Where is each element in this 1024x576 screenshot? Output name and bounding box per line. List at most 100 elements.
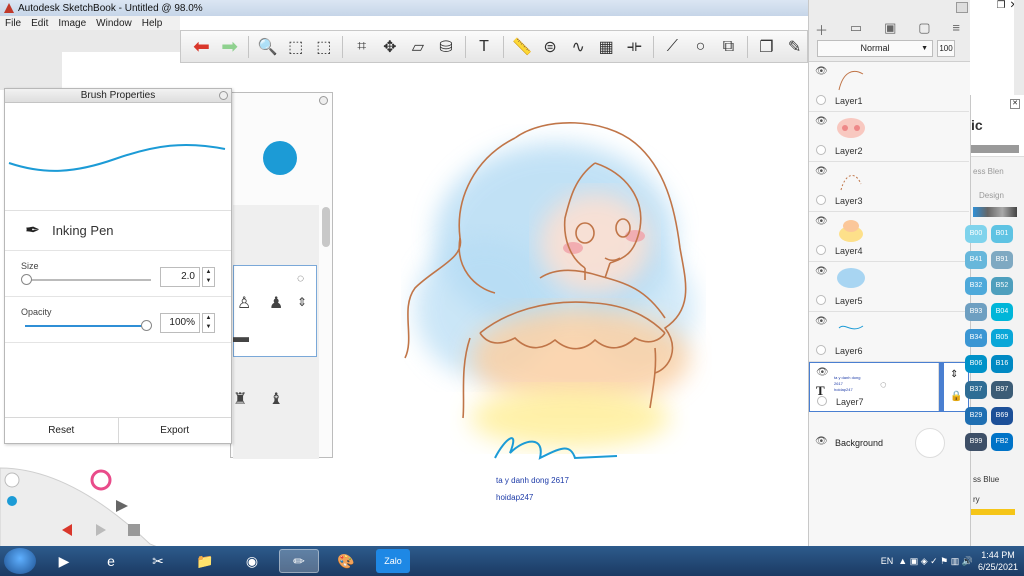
copic-swatch-b34[interactable]: B34	[965, 329, 987, 347]
size-slider-track[interactable]	[25, 279, 151, 281]
layer-row-layer4[interactable]: 👁 Layer4	[809, 212, 969, 262]
lagoon-select-icon[interactable]	[116, 500, 128, 512]
copic-color-strip[interactable]	[973, 207, 1017, 217]
perspective-icon[interactable]: ▦	[594, 33, 619, 60]
copic-swatch-b93[interactable]: B93	[965, 303, 987, 321]
layer-select-radio[interactable]	[816, 245, 826, 255]
layer-select-radio[interactable]	[816, 145, 826, 155]
lock-icon[interactable]: 🔒	[950, 391, 962, 402]
add-image-icon[interactable]: ▣	[884, 20, 896, 39]
copic-swatch-b52[interactable]: B52	[991, 277, 1013, 295]
size-value-field[interactable]: 2.0	[160, 267, 200, 287]
copic-swatch-b41[interactable]: B41	[965, 251, 987, 269]
language-indicator[interactable]: EN	[881, 556, 894, 566]
opacity-stepper[interactable]: ▲ ▼	[202, 313, 215, 333]
copic-swatch-b69[interactable]: B69	[991, 407, 1013, 425]
start-button[interactable]	[4, 548, 36, 574]
panel-close-icon[interactable]	[956, 2, 968, 13]
copic-swatch-b04[interactable]: B04	[991, 303, 1013, 321]
crop-icon[interactable]: ⌗	[349, 33, 374, 60]
snipping-tool-icon[interactable]: ✂	[138, 549, 178, 573]
copic-swatch-b29[interactable]: B29	[965, 407, 987, 425]
eye-icon[interactable]: 👁	[815, 166, 828, 177]
line-icon[interactable]: ⟋	[660, 33, 685, 60]
color-wheel-icon[interactable]	[90, 469, 112, 491]
menu-image[interactable]: Image	[53, 18, 91, 29]
ruler-icon[interactable]: 📏	[509, 33, 534, 60]
reorder-icon[interactable]: ⇕	[950, 369, 958, 380]
clock[interactable]: 1:44 PM 6/25/2021	[978, 549, 1018, 573]
copic-swatch-b97[interactable]: B97	[991, 381, 1013, 399]
opacity-slider-knob[interactable]	[141, 320, 152, 331]
menu-edit[interactable]: Edit	[26, 18, 53, 29]
undo-icon[interactable]: ⬅	[189, 33, 214, 60]
lagoon-brush-icon[interactable]	[4, 472, 20, 488]
copic-swatch-b37[interactable]: B37	[965, 381, 987, 399]
copic-swatch-b05[interactable]: B05	[991, 329, 1013, 347]
eye-icon[interactable]: 👁	[815, 266, 828, 277]
lagoon-color-dot[interactable]	[7, 496, 17, 506]
french-curve-icon[interactable]: ∿	[566, 33, 591, 60]
text-icon[interactable]: T	[471, 33, 496, 60]
close-icon[interactable]	[219, 91, 228, 100]
close-icon[interactable]	[319, 96, 328, 105]
eye-icon[interactable]: 👁	[815, 316, 828, 327]
rect-select-icon[interactable]: ⬚	[283, 33, 308, 60]
copic-swatch-b00[interactable]: B00	[965, 225, 987, 243]
layer-row-layer2[interactable]: 👁 Layer2	[809, 112, 969, 162]
copic-swatch-b32[interactable]: B32	[965, 277, 987, 295]
brush-reorder-icon[interactable]: ⇕	[297, 295, 307, 309]
move-icon[interactable]: ✥	[377, 33, 402, 60]
chrome-icon[interactable]: ◉	[232, 549, 272, 573]
size-stepper[interactable]: ▲ ▼	[202, 267, 215, 287]
brush-library-scrollbar[interactable]	[322, 207, 330, 247]
copic-swatch-b06[interactable]: B06	[965, 355, 987, 373]
layer-select-radio[interactable]	[816, 345, 826, 355]
pencil-brush-icon[interactable]: ♙	[237, 293, 251, 313]
symmetry-icon[interactable]: ⟛	[622, 33, 647, 60]
eye-icon[interactable]: 👁	[815, 216, 828, 227]
layer-row-layer1[interactable]: 👁 Layer1	[809, 62, 969, 112]
lagoon-layers-icon[interactable]	[128, 524, 140, 536]
eye-icon[interactable]: 👁	[816, 367, 829, 378]
ellipse-guide-icon[interactable]: ⊜	[538, 33, 563, 60]
tray-icons[interactable]: ▲ ▣ ◈ ✓ ⚑ ▥ 🔊	[898, 556, 973, 567]
layer-row-layer3[interactable]: 👁 Layer3	[809, 162, 969, 212]
current-color-puck[interactable]	[263, 141, 297, 175]
add-group-icon[interactable]: ▭	[850, 20, 862, 39]
pen-brush-icon[interactable]: ♟	[269, 293, 283, 313]
eye-icon[interactable]: 👁	[815, 436, 828, 447]
menu-help[interactable]: Help	[137, 18, 168, 29]
reset-button[interactable]: Reset	[5, 418, 119, 443]
background-color-swatch[interactable]	[915, 428, 945, 458]
marker-brush-icon[interactable]: ▬	[233, 329, 249, 347]
eye-icon[interactable]: 👁	[815, 116, 828, 127]
size-slider-knob[interactable]	[21, 274, 32, 285]
background-layer[interactable]: 👁 Background	[809, 418, 969, 468]
media-player-icon[interactable]: ▶	[44, 549, 84, 573]
zoom-icon[interactable]: 🔍	[255, 33, 280, 60]
circle-icon[interactable]: ○	[688, 33, 713, 60]
close-icon[interactable]: ✕	[1010, 99, 1020, 109]
layers-toggle-icon[interactable]: ❐	[754, 33, 779, 60]
zalo-icon[interactable]: Zalo	[376, 549, 410, 573]
copic-swatch-b16[interactable]: B16	[991, 355, 1013, 373]
shapes-icon[interactable]: ⧉	[716, 33, 741, 60]
opacity-slider-track[interactable]	[25, 325, 151, 327]
copic-swatch-b91[interactable]: B91	[991, 251, 1013, 269]
layer-menu-icon[interactable]: ≡	[952, 20, 960, 39]
opacity-value-field[interactable]: 100%	[160, 313, 200, 333]
lasso-select-icon[interactable]: ⬚	[311, 33, 336, 60]
menu-file[interactable]: File	[0, 18, 26, 29]
add-layer-icon[interactable]: ＋	[815, 20, 828, 39]
menu-window[interactable]: Window	[91, 18, 137, 29]
ink-bottle-brush-icon[interactable]: ♜	[233, 389, 247, 409]
file-explorer-icon[interactable]: 📁	[185, 549, 225, 573]
restore-icon[interactable]: ❐	[997, 0, 1006, 16]
redo-icon[interactable]: ➡	[217, 33, 242, 60]
layer-select-radio[interactable]	[816, 95, 826, 105]
export-button[interactable]: Export	[119, 418, 232, 443]
copic-swatch-b99[interactable]: B99	[965, 433, 987, 451]
copic-swatch-fb2[interactable]: FB2	[991, 433, 1013, 451]
brush-pen-icon[interactable]: ♝	[269, 389, 283, 409]
